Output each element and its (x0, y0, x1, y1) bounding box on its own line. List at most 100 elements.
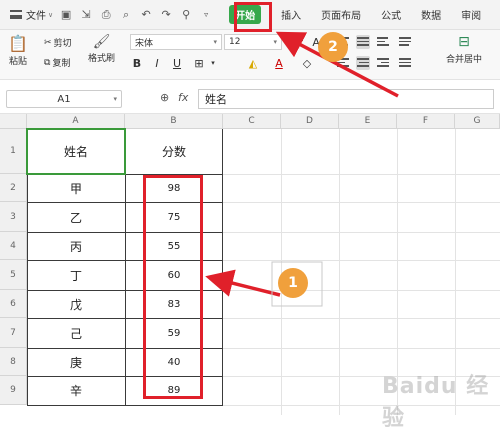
font-color-icon[interactable]: A (272, 56, 286, 70)
scissors-icon: ✂ (44, 37, 52, 48)
preview-icon[interactable]: ⌕ (119, 8, 133, 22)
print-icon[interactable]: ⎙ (99, 8, 113, 22)
tab-page-layout[interactable]: 页面布局 (311, 0, 371, 30)
name-box[interactable]: A1 ▾ (6, 90, 122, 108)
paste-icon: 📋 (8, 34, 28, 53)
grid-line (339, 129, 340, 415)
save-icon[interactable]: ▣ (59, 8, 73, 22)
formula-input[interactable]: 姓名 (198, 89, 494, 109)
chevron-down-icon: ∨ (48, 10, 54, 19)
font-name-select[interactable]: 宋体 ▾ (130, 34, 222, 50)
row-header-4[interactable]: 4 (0, 232, 27, 260)
italic-icon[interactable]: I (150, 56, 164, 70)
cell-reference: A1 (57, 93, 71, 105)
align-center-icon[interactable] (356, 56, 370, 70)
formula-bar: A1 ▾ ⊕ fx 姓名 (0, 82, 500, 114)
row-header-3[interactable]: 3 (0, 202, 27, 232)
eraser-icon[interactable]: ◇ (300, 56, 314, 70)
formula-content: 姓名 (205, 93, 227, 106)
tab-review-label: 审阅 (461, 11, 482, 22)
ribbon: 📋 粘贴 ✂ 剪切 ⧉ 复制 🖌 格式刷 宋体 ▾ 12 ▾ A⁺ A⁻ B I… (0, 30, 500, 80)
column-header-f[interactable]: F (397, 114, 455, 129)
tab-page-layout-label: 页面布局 (321, 11, 362, 22)
cell-b1-score-header[interactable]: 分数 (125, 129, 223, 174)
row-header-2[interactable]: 2 (0, 174, 27, 202)
cut-button[interactable]: ✂ 剪切 (44, 36, 72, 50)
export-icon[interactable]: ⇲ (79, 8, 93, 22)
tab-formulas[interactable]: 公式 (371, 0, 411, 30)
fill-color-icon[interactable]: ◭ (246, 56, 260, 70)
underline-icon[interactable]: U (170, 56, 184, 70)
font-size-select[interactable]: 12 ▾ (224, 34, 282, 50)
merge-center-button[interactable]: ⊟ 合并居中 (446, 34, 482, 65)
copy-button[interactable]: ⧉ 复制 (44, 56, 71, 70)
tab-formulas-label: 公式 (381, 11, 402, 22)
column-header-a[interactable]: A (27, 114, 125, 129)
cell-a1-name-header[interactable]: 姓名 (27, 129, 125, 174)
hamburger-menu-icon[interactable] (10, 10, 22, 19)
chevron-down-icon: ▾ (273, 38, 277, 46)
chevron-down-icon: ▾ (113, 95, 117, 103)
wrap-text-icon[interactable] (398, 35, 412, 49)
name-cell[interactable]: 戊 (27, 290, 125, 318)
watermark: Baidu 经验 (382, 374, 490, 431)
customize-chevron-icon[interactable]: ▿ (199, 8, 213, 22)
merge-cells-icon: ⊟ (458, 34, 470, 50)
select-all-corner[interactable] (0, 114, 27, 129)
paste-label: 粘贴 (8, 57, 27, 67)
column-header-e[interactable]: E (339, 114, 397, 129)
name-cell[interactable]: 丁 (27, 260, 125, 290)
chevron-down-icon[interactable]: ▾ (206, 56, 220, 70)
copy-icon: ⧉ (44, 57, 51, 68)
fx-icon[interactable]: fx (178, 91, 188, 104)
tab-data-label: 数据 (421, 11, 442, 22)
cut-label: 剪切 (53, 39, 72, 49)
align-bottom-icon[interactable] (376, 35, 390, 49)
row-header-9[interactable]: 9 (0, 376, 27, 405)
chevron-down-icon: ▾ (213, 38, 217, 46)
format-painter-label: 格式刷 (88, 54, 116, 64)
column-header-d[interactable]: D (281, 114, 339, 129)
align-right-icon[interactable] (376, 56, 390, 70)
redo-icon[interactable]: ↷ (159, 8, 173, 22)
name-cell[interactable]: 甲 (27, 174, 125, 202)
font-size-value: 12 (229, 37, 241, 47)
column-header-g[interactable]: G (455, 114, 500, 129)
merge-center-label: 合并居中 (446, 55, 483, 65)
font-name-value: 宋体 (135, 38, 154, 49)
brush-icon: 🖌 (92, 34, 111, 50)
name-cell[interactable]: 丙 (27, 232, 125, 260)
undo-icon[interactable]: ↶ (139, 8, 153, 22)
bold-icon[interactable]: B (130, 56, 144, 70)
column-header-b[interactable]: B (125, 114, 223, 129)
tab-insert[interactable]: 插入 (271, 0, 311, 30)
increase-font-icon[interactable]: A⁺ (290, 35, 304, 49)
name-cell[interactable]: 庚 (27, 348, 125, 376)
file-menu-label: 文件 (26, 11, 46, 22)
row-header-1[interactable]: 1 (0, 129, 27, 174)
file-menu[interactable]: 文件 ∨ (26, 7, 54, 23)
border-icon[interactable]: ⊞ (192, 56, 206, 70)
step-badge-1: 1 (278, 268, 308, 298)
format-painter-button[interactable]: 🖌 格式刷 (88, 34, 115, 64)
paste-button[interactable]: 📋 粘贴 (8, 34, 28, 67)
copy-label: 复制 (52, 59, 71, 69)
column-header-c[interactable]: C (223, 114, 281, 129)
align-middle-icon[interactable] (356, 35, 370, 49)
row-header-6[interactable]: 6 (0, 290, 27, 318)
highlight-box-home-tab (234, 2, 272, 32)
distribute-icon[interactable] (398, 56, 412, 70)
highlight-box-scores (143, 175, 203, 399)
zoom-icon[interactable]: ⊕ (160, 91, 169, 104)
name-cell[interactable]: 乙 (27, 202, 125, 232)
name-cell[interactable]: 辛 (27, 376, 125, 405)
row-header-5[interactable]: 5 (0, 260, 27, 290)
tab-insert-label: 插入 (281, 11, 302, 22)
name-cell[interactable]: 己 (27, 318, 125, 348)
tab-data[interactable]: 数据 (411, 0, 451, 30)
tab-review[interactable]: 审阅 (451, 0, 491, 30)
row-header-7[interactable]: 7 (0, 318, 27, 348)
step-badge-2: 2 (318, 32, 348, 62)
row-header-8[interactable]: 8 (0, 348, 27, 376)
find-icon[interactable]: ⚲ (179, 8, 193, 22)
